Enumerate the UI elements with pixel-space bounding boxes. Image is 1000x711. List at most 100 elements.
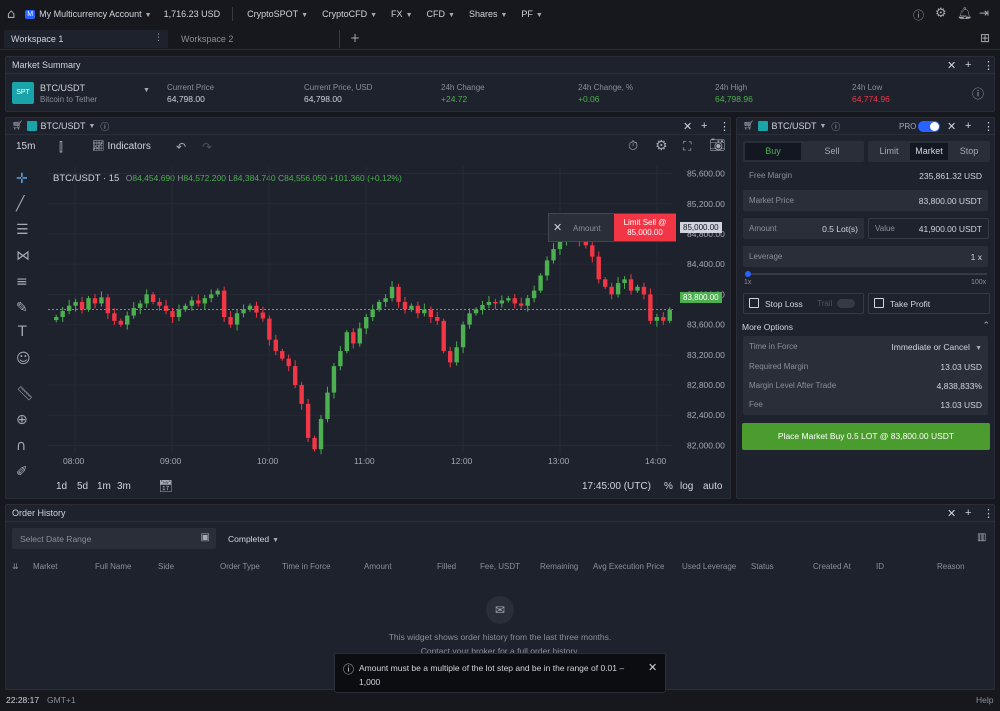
candle-type-icon[interactable]: ⫿ xyxy=(59,140,63,155)
column-header[interactable]: Reason xyxy=(937,562,965,571)
add-icon[interactable]: + xyxy=(965,59,971,71)
gear-icon[interactable]: ⚙ xyxy=(935,6,947,21)
info-icon[interactable]: ⓘ xyxy=(972,85,984,102)
limit-sell-button[interactable]: Limit Sell @ 85,000.00 xyxy=(614,214,676,241)
sell-tab[interactable]: Sell xyxy=(804,143,860,160)
column-header[interactable]: Avg Execution Price xyxy=(593,562,664,571)
add-icon[interactable]: + xyxy=(701,120,707,132)
sort-icon[interactable]: ⇊ xyxy=(12,562,19,571)
menu-fx[interactable]: FX ▼ xyxy=(391,9,412,19)
account-selector[interactable]: My Multicurrency Account ▼ xyxy=(39,9,151,19)
more-icon[interactable]: ⋮ xyxy=(983,120,994,133)
lock-drawing-icon[interactable]: ✐ xyxy=(16,464,28,480)
crosshair-icon[interactable]: ✛ xyxy=(16,170,28,187)
camera-icon[interactable]: 📷︎ xyxy=(709,138,726,153)
indicators-button[interactable]: 📈︎ Indicators xyxy=(92,141,151,152)
menu-cryptospot[interactable]: CryptoSPOT ▼ xyxy=(247,9,308,19)
stop-loss-checkbox[interactable] xyxy=(749,298,759,308)
trend-line-icon[interactable]: ╱ xyxy=(16,196,24,212)
more-icon[interactable]: ⋮ xyxy=(983,59,994,72)
info-icon[interactable]: ⓘ xyxy=(831,120,840,133)
logout-icon[interactable]: ⇥ xyxy=(979,6,989,20)
tab-stop[interactable]: Stop xyxy=(950,143,988,160)
column-header[interactable]: Time in Force xyxy=(282,562,331,571)
alert-icon[interactable]: ⏱ xyxy=(628,139,638,154)
column-header[interactable]: Status xyxy=(751,562,774,571)
column-header[interactable]: Side xyxy=(158,562,174,571)
column-header[interactable]: ID xyxy=(876,562,884,571)
calendar-icon[interactable]: 📅︎ xyxy=(158,479,173,493)
date-range-input[interactable]: Select Date Range ▣ xyxy=(12,528,216,549)
time-axis-clock[interactable]: 17:45:00 (UTC) xyxy=(582,481,651,492)
range-5d[interactable]: 5d xyxy=(77,481,88,492)
cancel-order-icon[interactable]: ✕ xyxy=(553,221,562,234)
home-icon[interactable]: ⌂ xyxy=(7,7,15,22)
fullscreen-icon[interactable]: ⛶ xyxy=(683,139,691,154)
more-icon[interactable]: ⋮ xyxy=(154,33,163,43)
price-chart[interactable]: 85,600.0085,200.0084,800.0084,400.0084,0… xyxy=(43,161,731,471)
trail-toggle[interactable] xyxy=(837,299,855,308)
order-symbol[interactable]: BTC/USDT xyxy=(771,121,816,131)
take-profit-checkbox[interactable] xyxy=(874,298,884,308)
leverage-slider[interactable] xyxy=(745,271,987,277)
interval-button[interactable]: 15m xyxy=(16,141,35,152)
chevron-down-icon[interactable]: ▼ xyxy=(88,123,95,130)
column-header[interactable]: Created At xyxy=(813,562,851,571)
time-in-force-row[interactable]: Time in Force Immediate or Cancel ▼ xyxy=(743,336,988,357)
menu-cfd[interactable]: CFD ▼ xyxy=(427,9,455,19)
column-header[interactable]: Used Leverage xyxy=(682,562,736,571)
layout-grid-icon[interactable]: ⊞ xyxy=(980,31,990,45)
text-icon[interactable]: T xyxy=(18,324,27,340)
tab-limit[interactable]: Limit xyxy=(870,143,908,160)
emoji-icon[interactable]: ☺ xyxy=(16,351,31,367)
column-header[interactable]: Amount xyxy=(364,562,392,571)
chevron-down-icon[interactable]: ▼ xyxy=(819,123,826,130)
bell-icon[interactable]: 🔔︎ xyxy=(957,6,972,20)
column-header[interactable]: Remaining xyxy=(540,562,578,571)
column-header[interactable]: Fee, USDT xyxy=(480,562,520,571)
column-header[interactable]: Market xyxy=(33,562,57,571)
more-options-toggle[interactable]: More Options ⌃ xyxy=(742,321,990,332)
menu-shares[interactable]: Shares ▼ xyxy=(469,9,507,19)
chart-symbol[interactable]: BTC/USDT xyxy=(40,121,85,131)
undo-icon[interactable]: ↶ xyxy=(176,140,186,154)
help-link[interactable]: Help xyxy=(976,695,993,705)
range-1d[interactable]: 1d xyxy=(56,481,67,492)
value-field[interactable]: Value 41,900.00 USDT xyxy=(868,218,989,239)
column-header[interactable]: Full Name xyxy=(95,562,131,571)
brush-icon[interactable]: ✎ xyxy=(16,300,28,316)
settings-icon[interactable]: ⚙ xyxy=(655,138,668,154)
more-icon[interactable]: ⋮ xyxy=(983,507,994,520)
tab-workspace-2[interactable]: Workspace 2 xyxy=(174,30,340,48)
amount-field[interactable]: Amount 0.5 Lot(s) xyxy=(743,218,864,239)
column-header[interactable]: Filled xyxy=(437,562,456,571)
pro-toggle[interactable] xyxy=(918,121,940,132)
range-3m[interactable]: 3m xyxy=(117,481,131,492)
auto-toggle[interactable]: auto xyxy=(703,481,722,492)
status-filter[interactable]: Completed ▼ xyxy=(228,534,279,544)
close-icon[interactable]: ✕ xyxy=(683,120,692,133)
menu-pf[interactable]: PF ▼ xyxy=(521,9,542,19)
ruler-icon[interactable]: 📏︎ xyxy=(16,386,34,402)
tab-market[interactable]: Market xyxy=(910,143,948,160)
redo-icon[interactable]: ↷ xyxy=(202,140,212,154)
pattern-icon[interactable]: ⋈ xyxy=(16,248,30,264)
zoom-icon[interactable]: ⊕ xyxy=(16,412,28,428)
columns-icon[interactable]: ▥ xyxy=(977,532,986,543)
projection-icon[interactable]: ≡ xyxy=(16,274,28,290)
more-icon[interactable]: ⋮ xyxy=(719,120,730,133)
symbol-selector[interactable]: BTC/USDT Bitcoin to Tether ▼ xyxy=(40,83,150,104)
tab-workspace-1[interactable]: Workspace 1 ⋮ xyxy=(4,30,168,48)
menu-cryptocfd[interactable]: CryptoCFD ▼ xyxy=(322,9,377,19)
add-icon[interactable]: + xyxy=(965,507,971,519)
close-icon[interactable]: ✕ xyxy=(947,120,956,133)
slider-handle[interactable] xyxy=(745,271,751,277)
column-header[interactable]: Order Type xyxy=(220,562,260,571)
add-icon[interactable]: + xyxy=(965,120,971,132)
fib-icon[interactable]: ☰ xyxy=(16,222,29,238)
close-icon[interactable]: ✕ xyxy=(947,507,956,520)
magnet-icon[interactable]: ∩ xyxy=(16,438,26,454)
place-order-button[interactable]: Place Market Buy 0.5 LOT @ 83,800.00 USD… xyxy=(742,423,990,450)
close-icon[interactable]: ✕ xyxy=(947,59,956,72)
add-workspace-icon[interactable]: + xyxy=(350,31,360,45)
